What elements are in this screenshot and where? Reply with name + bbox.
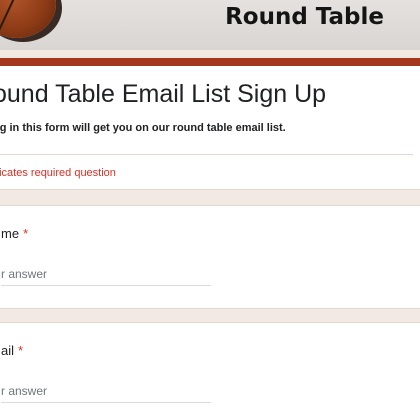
required-star: * — [18, 343, 24, 358]
form-header-card: ound Table Email List Sign Up ng in this… — [0, 66, 420, 190]
question-card-name: me * — [0, 205, 420, 309]
question-label-text: me — [1, 226, 20, 241]
email-input[interactable] — [1, 379, 211, 403]
banner-title: Round Table — [225, 4, 384, 30]
form-description: ng in this form will get you on our roun… — [0, 122, 286, 134]
basketball-graphic-icon — [0, 0, 56, 38]
question-label-email: ail * — [1, 343, 23, 358]
divider — [0, 154, 413, 155]
name-input[interactable] — [1, 262, 211, 286]
required-note: dicates required question — [0, 167, 116, 179]
question-label-name: me * — [1, 226, 28, 241]
header-banner: Round Table — [0, 0, 420, 50]
question-card-email: ail * — [0, 322, 420, 420]
required-star: * — [23, 226, 29, 241]
question-label-text: ail — [1, 343, 15, 358]
form-title: ound Table Email List Sign Up — [0, 80, 327, 108]
